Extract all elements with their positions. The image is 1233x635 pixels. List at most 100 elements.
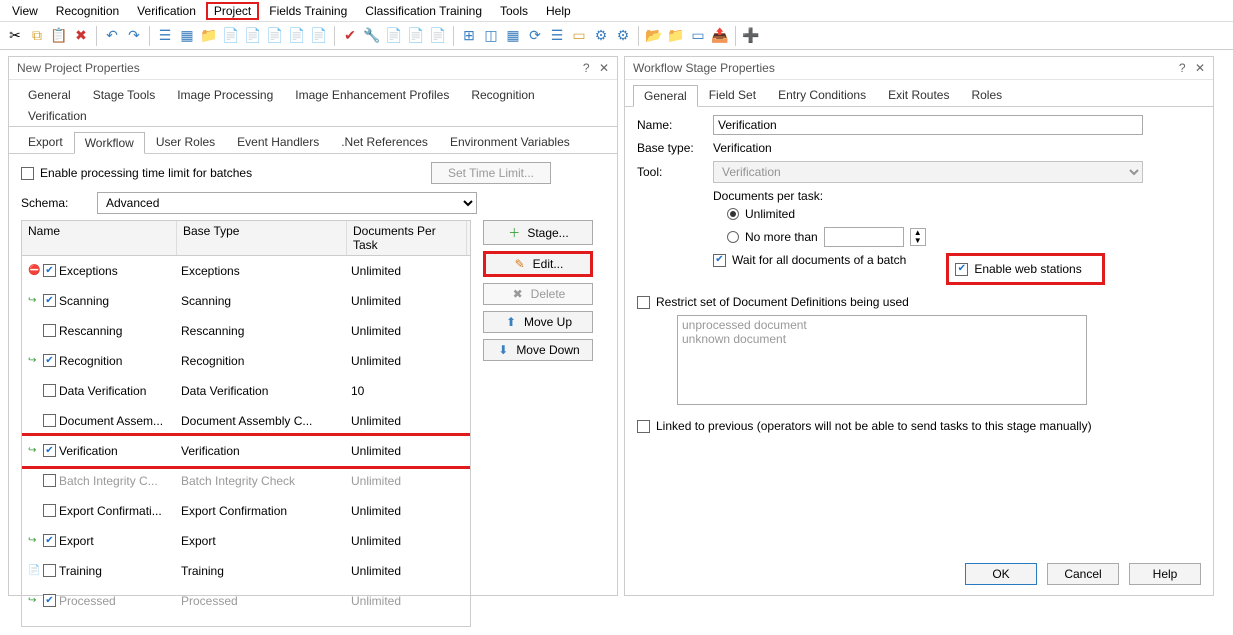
paste-icon[interactable]: 📋: [50, 27, 68, 45]
crop-icon[interactable]: ◫: [482, 27, 500, 45]
menu-help[interactable]: Help: [538, 2, 579, 20]
table-row[interactable]: 📄TrainingTrainingUnlimited: [22, 556, 470, 586]
align-icon[interactable]: ☰: [548, 27, 566, 45]
copy-icon[interactable]: ⧉: [28, 27, 46, 45]
name-input[interactable]: [713, 115, 1143, 135]
fx2-icon[interactable]: ⚙: [614, 27, 632, 45]
table-row[interactable]: Document Assem...Document Assembly C...U…: [22, 406, 470, 436]
cut-icon[interactable]: ✂: [6, 27, 24, 45]
schema-select[interactable]: Advanced: [97, 192, 477, 214]
menu-recognition[interactable]: Recognition: [48, 2, 127, 20]
nomore-input[interactable]: [824, 227, 904, 247]
table-row[interactable]: Export Confirmati...Export ConfirmationU…: [22, 496, 470, 526]
stage-checkbox[interactable]: [43, 294, 56, 307]
delete-button[interactable]: ✖Delete: [483, 283, 593, 305]
menu-classification-training[interactable]: Classification Training: [357, 2, 490, 20]
add-icon[interactable]: ➕: [742, 27, 760, 45]
stage-checkbox[interactable]: [43, 354, 56, 367]
close-icon[interactable]: ✕: [599, 61, 609, 75]
wait-checkbox[interactable]: [713, 254, 726, 267]
linked-checkbox[interactable]: [637, 420, 650, 433]
cancel-button[interactable]: Cancel: [1047, 563, 1119, 585]
restrict-checkbox[interactable]: [637, 296, 650, 309]
table-row[interactable]: ⛔ExceptionsExceptionsUnlimited: [22, 256, 470, 286]
tab-event-handlers[interactable]: Event Handlers: [226, 131, 330, 153]
fx-icon[interactable]: ⚙: [592, 27, 610, 45]
check-icon[interactable]: ✔: [341, 27, 359, 45]
grid-view-icon[interactable]: ▦: [178, 27, 196, 45]
doc3-icon[interactable]: 📄: [266, 27, 284, 45]
doc5-icon[interactable]: 📄: [310, 27, 328, 45]
menu-project[interactable]: Project: [206, 2, 259, 20]
stage-checkbox[interactable]: [43, 534, 56, 547]
tab-stage-tools[interactable]: Stage Tools: [82, 84, 167, 105]
table-row[interactable]: RescanningRescanningUnlimited: [22, 316, 470, 346]
tab-image-processing[interactable]: Image Processing: [166, 84, 284, 105]
tab-workflow[interactable]: Workflow: [74, 132, 145, 154]
tool-icon[interactable]: 🔧: [363, 27, 381, 45]
tab-field-set[interactable]: Field Set: [698, 84, 767, 106]
stage-checkbox[interactable]: [43, 414, 56, 427]
move-up-button[interactable]: ⬆Move Up: [483, 311, 593, 333]
tab-recognition[interactable]: Recognition: [460, 84, 545, 105]
help-button[interactable]: Help: [1129, 563, 1201, 585]
doc-icon[interactable]: 📄: [222, 27, 240, 45]
undo-icon[interactable]: ↶: [103, 27, 121, 45]
zoom-in-icon[interactable]: ⊞: [460, 27, 478, 45]
table-row[interactable]: ↪ExportExportUnlimited: [22, 526, 470, 556]
stage-checkbox[interactable]: [43, 594, 56, 607]
stage-checkbox[interactable]: [43, 504, 56, 517]
list-item[interactable]: unprocessed document: [682, 318, 1082, 332]
table-row[interactable]: ↪VerificationVerificationUnlimited: [22, 436, 470, 466]
stage-checkbox[interactable]: [43, 474, 56, 487]
tab-general[interactable]: General: [17, 84, 82, 105]
table-icon[interactable]: ▦: [504, 27, 522, 45]
menu-view[interactable]: View: [4, 2, 46, 20]
open-icon[interactable]: 📂: [645, 27, 663, 45]
layer-icon[interactable]: ▭: [570, 27, 588, 45]
close-icon[interactable]: ✕: [1195, 61, 1205, 75]
export-icon[interactable]: 📤: [711, 27, 729, 45]
enable-time-limit-checkbox[interactable]: [21, 167, 34, 180]
doc2-icon[interactable]: 📄: [244, 27, 262, 45]
move-down-button[interactable]: ⬇Move Down: [483, 339, 593, 361]
menu-fields-training[interactable]: Fields Training: [261, 2, 355, 20]
set-time-limit-button[interactable]: Set Time Limit...: [431, 162, 551, 184]
enable-web-checkbox[interactable]: [955, 263, 968, 276]
delete-icon[interactable]: ✖: [72, 27, 90, 45]
tab-entry-conditions[interactable]: Entry Conditions: [767, 84, 877, 106]
tab-roles[interactable]: Roles: [960, 84, 1013, 106]
stage-checkbox[interactable]: [43, 564, 56, 577]
menu-tools[interactable]: Tools: [492, 2, 536, 20]
list-item[interactable]: unknown document: [682, 332, 1082, 346]
tab-environment-variables[interactable]: Environment Variables: [439, 131, 581, 153]
nomore-radio[interactable]: [727, 231, 739, 243]
tab-general[interactable]: General: [633, 85, 698, 107]
stage-checkbox[interactable]: [43, 324, 56, 337]
rotate-icon[interactable]: ⟳: [526, 27, 544, 45]
tab-user-roles[interactable]: User Roles: [145, 131, 226, 153]
tab--net-references[interactable]: .Net References: [330, 131, 439, 153]
table-row[interactable]: ↪RecognitionRecognitionUnlimited: [22, 346, 470, 376]
help-icon[interactable]: ?: [1179, 61, 1186, 75]
edit-button[interactable]: ✎Edit...: [483, 251, 593, 277]
unlimited-radio[interactable]: [727, 208, 739, 220]
page2-icon[interactable]: 📄: [407, 27, 425, 45]
list-view-icon[interactable]: ☰: [156, 27, 174, 45]
page3-icon[interactable]: 📄: [429, 27, 447, 45]
doc4-icon[interactable]: 📄: [288, 27, 306, 45]
blue-icon[interactable]: ▭: [689, 27, 707, 45]
definitions-listbox[interactable]: unprocessed documentunknown document: [677, 315, 1087, 405]
stage-checkbox[interactable]: [43, 384, 56, 397]
table-row[interactable]: Batch Integrity C...Batch Integrity Chec…: [22, 466, 470, 496]
folder2-icon[interactable]: 📁: [667, 27, 685, 45]
page1-icon[interactable]: 📄: [385, 27, 403, 45]
stage-button[interactable]: ＋Stage...: [483, 220, 593, 245]
tab-export[interactable]: Export: [17, 131, 74, 153]
redo-icon[interactable]: ↷: [125, 27, 143, 45]
stage-checkbox[interactable]: [43, 264, 56, 277]
tab-exit-routes[interactable]: Exit Routes: [877, 84, 960, 106]
table-row[interactable]: ↪ScanningScanningUnlimited: [22, 286, 470, 316]
menu-verification[interactable]: Verification: [129, 2, 204, 20]
tab-image-enhancement-profiles[interactable]: Image Enhancement Profiles: [284, 84, 460, 105]
